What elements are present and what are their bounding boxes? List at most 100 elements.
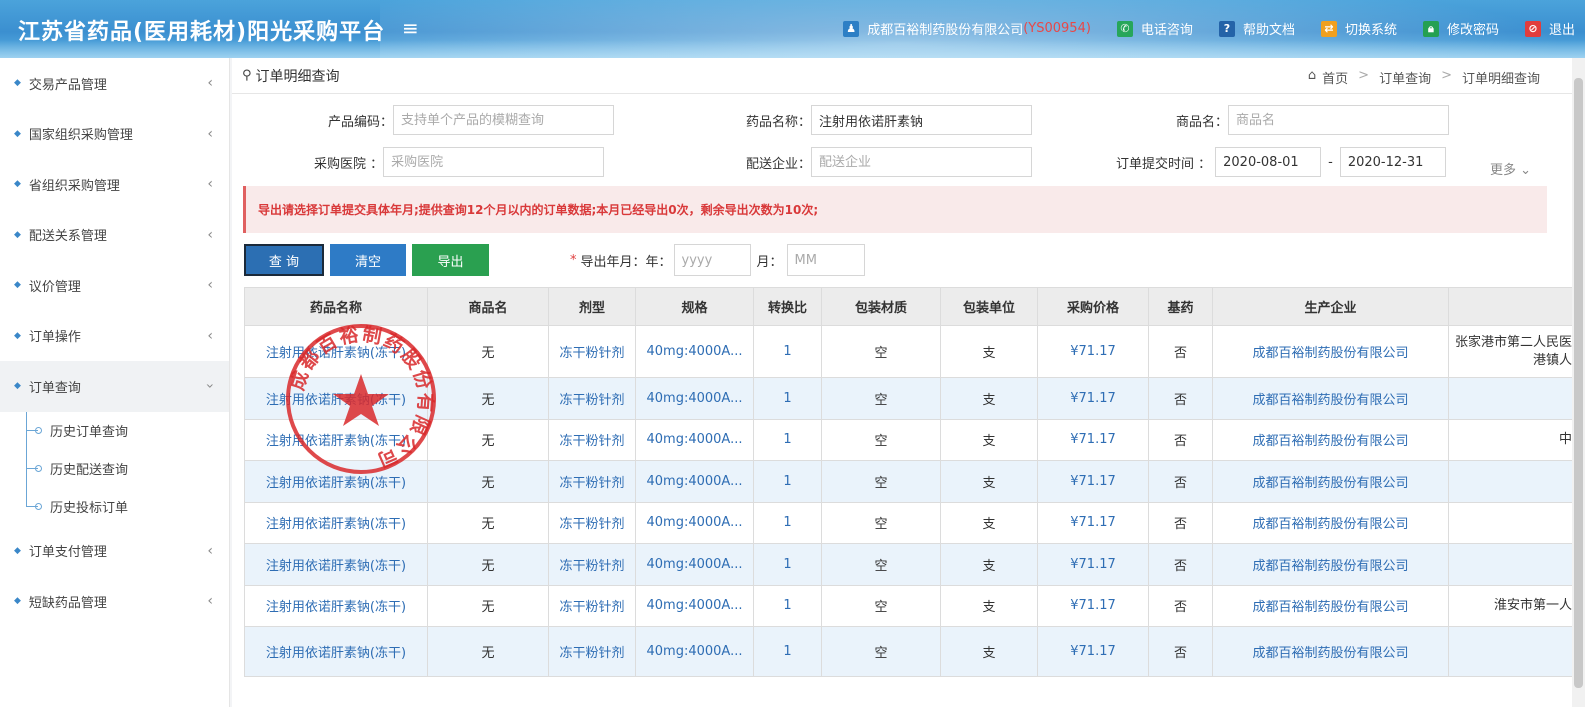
diamond-icon: ◆ (14, 545, 21, 556)
trade-name-cell: 无 (427, 418, 549, 461)
sidebar-subitem-history-delivery[interactable]: 历史配送查询 (0, 449, 229, 488)
more-link[interactable]: 更多 ⌄ (1490, 159, 1531, 178)
col-hospital[interactable]: 采 (1448, 287, 1572, 326)
col-trade-name[interactable]: 商品名 (427, 287, 549, 326)
spec-cell: 40mg:4000A... (635, 626, 754, 677)
switch-icon: ⇄ (1320, 20, 1337, 37)
essential-drug-cell: 否 (1148, 501, 1213, 544)
package-material-cell: 空 (821, 543, 941, 586)
sidebar-item-label: 订单操作 (28, 330, 81, 346)
trade-name-row: 商品名： (1176, 105, 1450, 135)
price-cell: ¥71.17 (1037, 460, 1149, 503)
help-link[interactable]: ? 帮助文档 (1218, 19, 1295, 38)
col-manufacturer[interactable]: 生产企业 (1212, 287, 1449, 326)
menu-toggle-icon[interactable]: ≡ (402, 16, 419, 40)
package-unit-cell: 支 (940, 626, 1038, 677)
top-header: 江苏省药品(医用耗材)阳光采购平台 ≡ ♟ 成都百裕制药股份有限公司 (YS00… (0, 0, 1585, 58)
export-button[interactable]: 导出 (412, 244, 489, 276)
phone-link[interactable]: ✆ 电话咨询 (1116, 19, 1193, 38)
drug-name-input[interactable] (811, 105, 1033, 135)
sidebar-item-negotiation[interactable]: ◆ 议价管理 ‹ (0, 260, 229, 311)
table-row[interactable]: 注射用依诺肝素钠(冻干) 无冻干粉针剂 40mg:4000A... 1 空支 ¥71.17… (244, 460, 1572, 503)
sidebar-item-order-operation[interactable]: ◆ 订单操作 ‹ (0, 311, 229, 362)
price-cell: ¥71.17 (1037, 377, 1149, 420)
date-to-input[interactable] (1339, 147, 1446, 177)
drug-name-label: 药品名称： (746, 114, 812, 130)
hospital-cell: 泰州市 (1448, 501, 1572, 544)
submit-time-label: 订单提交时间 ： (1116, 156, 1212, 172)
sidebar-subitem-label: 历史配送查询 (50, 463, 129, 478)
sidebar-subitem-history-bid-orders[interactable]: 历史投标订单 (0, 487, 229, 526)
diamond-icon: ◆ (14, 330, 21, 341)
change-password-link[interactable]: 🔒︎ 修改密码 (1422, 19, 1499, 38)
essential-drug-cell: 否 (1148, 626, 1213, 677)
distributor-row: 配送企业： (746, 147, 1033, 177)
sidebar-item-provincial-procurement[interactable]: ◆ 省组织采购管理 ‹ (0, 159, 229, 210)
question-icon: ? (1218, 20, 1235, 37)
col-dosage-form[interactable]: 剂型 (548, 287, 636, 326)
essential-drug-cell: 否 (1148, 377, 1213, 420)
essential-drug-cell: 否 (1148, 543, 1213, 586)
breadcrumb-home[interactable]: 首页 (1322, 68, 1348, 87)
required-mark: * (570, 252, 577, 268)
breadcrumb-order-query[interactable]: 订单查询 (1379, 68, 1431, 87)
sidebar-item-order-payment[interactable]: ◆ 订单支付管理 ‹ (0, 526, 229, 577)
sidebar: ◆ 交易产品管理 ‹ ◆ 国家组织采购管理 ‹ ◆ 省组织采购管理 ‹ ◆ 配送关系管理 ‹ ◆… (0, 58, 230, 707)
col-spec[interactable]: 规格 (635, 287, 754, 326)
trade-name-input[interactable] (1228, 105, 1450, 135)
clear-button[interactable]: 清空 (330, 244, 406, 276)
table-row[interactable]: 注射用依诺肝素钠(冻干) 无冻干粉针剂 40mg:4000A... 1 空支 ¥71.17… (244, 325, 1572, 378)
logout-link[interactable]: ⊘ 退出 (1524, 19, 1575, 38)
table-row[interactable]: 注射用依诺肝素钠(冻干) 无冻干粉针剂 40mg:4000A... 1 空支 ¥71.17… (244, 418, 1572, 461)
distributor-input[interactable] (811, 147, 1033, 177)
drug-name-cell: 注射用依诺肝素钠(冻干) (244, 501, 428, 544)
table-row[interactable]: 注射用依诺肝素钠(冻干) 无冻干粉针剂 40mg:4000A... 1 空支 ¥71.17… (244, 377, 1572, 420)
export-month-label: 月： (756, 254, 783, 270)
spec-cell: 40mg:4000A... (635, 418, 754, 461)
table-row[interactable]: 注射用依诺肝素钠(冻干) 无冻干粉针剂 40mg:4000A... 1 空支 ¥71.17… (244, 501, 1572, 544)
export-month-input[interactable] (786, 244, 865, 276)
sidebar-item-trade-products[interactable]: ◆ 交易产品管理 ‹ (0, 58, 229, 109)
manufacturer-cell: 成都百裕制药股份有限公司 (1212, 626, 1449, 677)
table-row[interactable]: 注射用依诺肝素钠(冻干) 无冻干粉针剂 40mg:4000A... 1 空支 ¥71.17… (244, 626, 1572, 677)
sidebar-subitem-history-orders[interactable]: 历史订单查询 (0, 411, 229, 450)
export-year-input[interactable] (673, 244, 751, 276)
drug-name-cell: 注射用依诺肝素钠(冻干) (244, 543, 428, 586)
sidebar-item-shortage-drugs[interactable]: ◆ 短缺药品管理 ‹ (0, 576, 229, 627)
hospital-input[interactable] (383, 147, 605, 177)
essential-drug-cell: 否 (1148, 460, 1213, 503)
sidebar-item-distribution[interactable]: ◆ 配送关系管理 ‹ (0, 210, 229, 261)
diamond-icon: ◆ (14, 381, 21, 392)
hospital-cell: 溧阳 (1448, 377, 1572, 420)
drug-name-cell: 注射用依诺肝素钠(冻干) (244, 460, 428, 503)
essential-drug-cell: 否 (1148, 325, 1213, 378)
col-price[interactable]: 采购价格 (1037, 287, 1149, 326)
drug-name-row: 药品名称： (746, 105, 1033, 135)
table-row[interactable]: 注射用依诺肝素钠(冻干) 无冻干粉针剂 40mg:4000A... 1 空支 ¥71.17… (244, 543, 1572, 586)
sidebar-item-order-query[interactable]: ◆ 订单查询 ‹ (0, 361, 229, 412)
col-essential-drug[interactable]: 基药 (1148, 287, 1213, 326)
scrollbar-thumb[interactable] (1574, 78, 1583, 688)
chevron-left-icon: ‹ (207, 593, 213, 610)
breadcrumb-current: 订单明细查询 (1461, 72, 1540, 87)
table-row[interactable]: 注射用依诺肝素钠(冻干) 无冻干粉针剂 40mg:4000A... 1 空支 ¥71.17… (244, 584, 1572, 627)
col-conversion[interactable]: 转换比 (753, 287, 822, 326)
hospital-row: 采购医院 ： (314, 147, 605, 177)
manufacturer-cell: 成都百裕制药股份有限公司 (1212, 418, 1449, 461)
hospital-cell: 兴化 (1448, 543, 1572, 586)
sidebar-item-national-procurement[interactable]: ◆ 国家组织采购管理 ‹ (0, 109, 229, 160)
col-package-material[interactable]: 包装材质 (821, 287, 941, 326)
date-from-input[interactable] (1215, 147, 1322, 177)
essential-drug-cell: 否 (1148, 584, 1213, 627)
dosage-form-cell: 冻干粉针剂 (548, 626, 636, 677)
chevron-left-icon: ‹ (207, 75, 213, 92)
col-package-unit[interactable]: 包装单位 (940, 287, 1038, 326)
query-button[interactable]: 查 询 (244, 244, 324, 276)
conversion-cell: 1 (753, 501, 822, 544)
product-code-input[interactable] (393, 105, 615, 135)
package-unit-cell: 支 (940, 325, 1038, 378)
col-drug-name[interactable]: 药品名称 (244, 287, 428, 326)
price-cell: ¥71.17 (1037, 325, 1149, 378)
dosage-form-cell: 冻干粉针剂 (548, 584, 636, 627)
switch-system-link[interactable]: ⇄ 切换系统 (1320, 19, 1397, 38)
